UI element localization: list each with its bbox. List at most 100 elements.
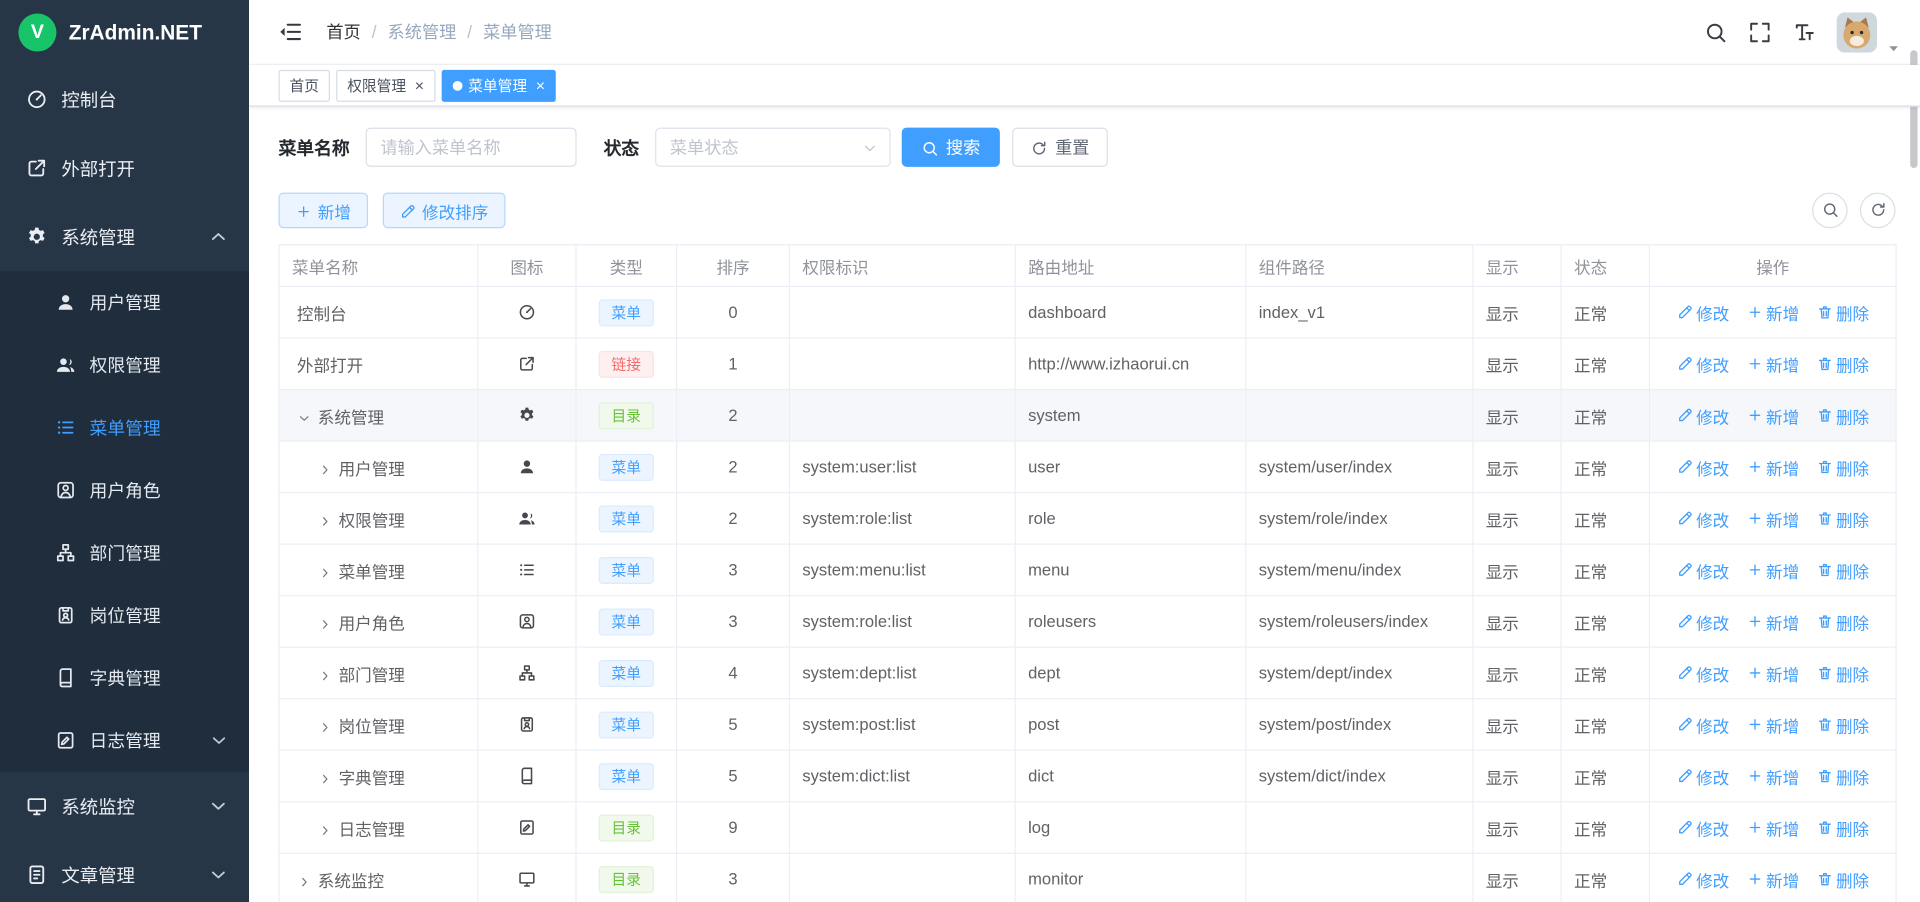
table-row[interactable]: 岗位管理菜单5system:post:listpostsystem/post/i… bbox=[279, 699, 1896, 751]
table-row[interactable]: 用户角色菜单3system:role:listroleuserssystem/r… bbox=[279, 596, 1896, 648]
tab-close-icon[interactable]: × bbox=[415, 77, 424, 93]
row-op-add[interactable]: 新增 bbox=[1746, 455, 1799, 480]
search-button[interactable]: 搜索 bbox=[902, 128, 1000, 167]
tab-1[interactable]: 首页 bbox=[278, 69, 330, 101]
sidebar-item[interactable]: 系统监控 bbox=[0, 772, 249, 841]
row-op-add[interactable]: 新增 bbox=[1746, 764, 1799, 789]
row-expand-down-icon[interactable] bbox=[297, 408, 312, 423]
row-op-add[interactable]: 新增 bbox=[1746, 403, 1799, 428]
sidebar-subitem[interactable]: 日志管理 bbox=[0, 709, 249, 772]
logo[interactable]: V ZrAdmin.NET bbox=[0, 0, 249, 65]
breadcrumb-item[interactable]: 首页 bbox=[326, 20, 360, 45]
menu-name-input[interactable] bbox=[366, 128, 577, 167]
row-op-delete[interactable]: 删除 bbox=[1816, 455, 1869, 480]
row-op-add[interactable]: 新增 bbox=[1746, 506, 1799, 531]
sidebar-item[interactable]: 系统管理 bbox=[0, 202, 249, 271]
table-row[interactable]: 部门管理菜单4system:dept:listdeptsystem/dept/i… bbox=[279, 647, 1896, 699]
table-row[interactable]: 字典管理菜单5system:dict:listdictsystem/dict/i… bbox=[279, 750, 1896, 802]
row-op-edit[interactable]: 修改 bbox=[1676, 300, 1729, 325]
search-icon[interactable] bbox=[1704, 20, 1727, 43]
row-op-delete[interactable]: 删除 bbox=[1816, 815, 1869, 840]
avatar[interactable] bbox=[1837, 12, 1877, 52]
row-op-add[interactable]: 新增 bbox=[1746, 558, 1799, 583]
row-op-delete[interactable]: 删除 bbox=[1816, 661, 1869, 686]
sidebar-subitem[interactable]: 用户管理 bbox=[0, 271, 249, 334]
table-row[interactable]: 外部打开链接1http://www.izhaorui.cn显示正常修改新增删除 bbox=[279, 338, 1896, 390]
row-op-edit[interactable]: 修改 bbox=[1676, 351, 1729, 376]
row-expand-right-icon[interactable] bbox=[318, 717, 333, 732]
row-op-add[interactable]: 新增 bbox=[1746, 609, 1799, 634]
row-op-edit[interactable]: 修改 bbox=[1676, 815, 1729, 840]
tab-close-icon[interactable]: × bbox=[536, 77, 545, 93]
row-op-delete[interactable]: 删除 bbox=[1816, 300, 1869, 325]
breadcrumb-item[interactable]: 系统管理 bbox=[388, 20, 457, 45]
sidebar-subitem[interactable]: 字典管理 bbox=[0, 647, 249, 710]
table-row[interactable]: 用户管理菜单2system:user:listusersystem/user/i… bbox=[279, 441, 1896, 493]
row-op-edit[interactable]: 修改 bbox=[1676, 609, 1729, 634]
fullscreen-icon[interactable] bbox=[1748, 20, 1771, 43]
row-op-delete[interactable]: 删除 bbox=[1816, 712, 1869, 737]
table-row[interactable]: 日志管理目录9log显示正常修改新增删除 bbox=[279, 802, 1896, 854]
row-op-edit[interactable]: 修改 bbox=[1676, 558, 1729, 583]
table-header-row: 菜单名称图标类型排序权限标识路由地址组件路径显示状态操作 bbox=[279, 245, 1896, 287]
row-op-add[interactable]: 新增 bbox=[1746, 712, 1799, 737]
menu-fold-icon[interactable] bbox=[278, 20, 303, 45]
row-expand-right-icon[interactable] bbox=[318, 769, 333, 784]
row-op-edit[interactable]: 修改 bbox=[1676, 712, 1729, 737]
row-op-edit[interactable]: 修改 bbox=[1676, 455, 1729, 480]
row-op-edit[interactable]: 修改 bbox=[1676, 764, 1729, 789]
sidebar-subitem[interactable]: 用户角色 bbox=[0, 459, 249, 522]
user-icon bbox=[518, 457, 536, 475]
row-op-delete[interactable]: 删除 bbox=[1816, 764, 1869, 789]
refresh-table-button[interactable] bbox=[1860, 193, 1896, 229]
row-op-delete[interactable]: 删除 bbox=[1816, 558, 1869, 583]
table-row[interactable]: 菜单管理菜单3system:menu:listmenusystem/menu/i… bbox=[279, 544, 1896, 596]
chevron-down-icon[interactable] bbox=[1887, 37, 1900, 50]
sidebar-subitem[interactable]: 菜单管理 bbox=[0, 396, 249, 459]
row-expand-right-icon[interactable] bbox=[318, 666, 333, 681]
row-op-delete[interactable]: 删除 bbox=[1816, 867, 1869, 892]
sidebar-subitem-label: 岗位管理 bbox=[90, 602, 230, 628]
add-button[interactable]: 新增 bbox=[278, 193, 368, 229]
sidebar-subitem-label: 部门管理 bbox=[90, 540, 230, 566]
row-expand-right-icon[interactable] bbox=[318, 511, 333, 526]
row-op-add[interactable]: 新增 bbox=[1746, 661, 1799, 686]
row-op-add[interactable]: 新增 bbox=[1746, 815, 1799, 840]
sidebar-item[interactable]: 控制台 bbox=[0, 65, 249, 134]
cell-menu-name: 控制台 bbox=[279, 286, 478, 338]
row-op-add[interactable]: 新增 bbox=[1746, 351, 1799, 376]
sidebar-subitem[interactable]: 权限管理 bbox=[0, 334, 249, 397]
table-row[interactable]: 控制台菜单0dashboardindex_v1显示正常修改新增删除 bbox=[279, 286, 1896, 338]
toggle-search-button[interactable] bbox=[1812, 193, 1848, 229]
row-expand-right-icon[interactable] bbox=[318, 563, 333, 578]
row-op-delete[interactable]: 删除 bbox=[1816, 403, 1869, 428]
sort-edit-button[interactable]: 修改排序 bbox=[383, 193, 506, 229]
reset-button[interactable]: 重置 bbox=[1012, 128, 1108, 167]
row-op-add[interactable]: 新增 bbox=[1746, 300, 1799, 325]
tab-2[interactable]: 权限管理× bbox=[336, 69, 435, 101]
table-row[interactable]: 系统监控目录3monitor显示正常修改新增删除 bbox=[279, 853, 1896, 902]
row-op-delete[interactable]: 删除 bbox=[1816, 609, 1869, 634]
sidebar-subitem[interactable]: 岗位管理 bbox=[0, 584, 249, 647]
cell-visible: 显示 bbox=[1473, 699, 1561, 751]
sidebar-item[interactable]: 外部打开 bbox=[0, 134, 249, 203]
status-select[interactable]: 菜单状态 bbox=[655, 128, 891, 167]
row-op-edit[interactable]: 修改 bbox=[1676, 506, 1729, 531]
sidebar-subitem[interactable]: 部门管理 bbox=[0, 521, 249, 584]
row-op-add[interactable]: 新增 bbox=[1746, 867, 1799, 892]
font-size-icon[interactable] bbox=[1792, 20, 1815, 43]
row-op-delete[interactable]: 删除 bbox=[1816, 506, 1869, 531]
row-op-delete[interactable]: 删除 bbox=[1816, 351, 1869, 376]
row-expand-right-icon[interactable] bbox=[318, 614, 333, 629]
table-row[interactable]: 权限管理菜单2system:role:listrolesystem/role/i… bbox=[279, 493, 1896, 545]
tab-3[interactable]: 菜单管理× bbox=[441, 69, 556, 101]
sidebar-item[interactable]: 文章管理 bbox=[0, 840, 249, 902]
row-op-edit[interactable]: 修改 bbox=[1676, 867, 1729, 892]
row-expand-right-icon[interactable] bbox=[297, 872, 312, 887]
row-expand-right-icon[interactable] bbox=[318, 459, 333, 474]
row-op-edit[interactable]: 修改 bbox=[1676, 403, 1729, 428]
row-op-edit[interactable]: 修改 bbox=[1676, 661, 1729, 686]
row-expand-right-icon[interactable] bbox=[318, 820, 333, 835]
cell-visible: 显示 bbox=[1473, 390, 1561, 442]
table-row[interactable]: 系统管理目录2system显示正常修改新增删除 bbox=[279, 390, 1896, 442]
